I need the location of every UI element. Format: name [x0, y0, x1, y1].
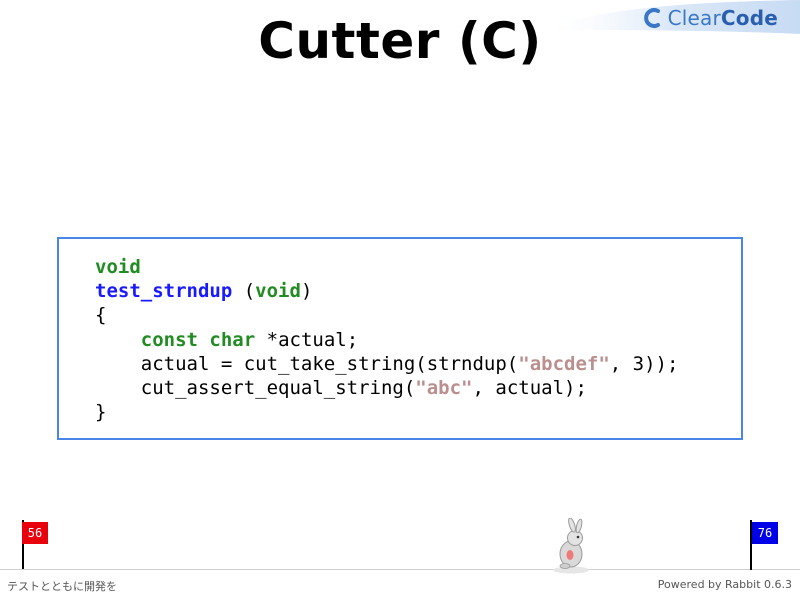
code-listing: void test_strndup (void) { const char *a…	[95, 255, 678, 424]
code-keyword: void	[255, 280, 301, 303]
code-line: actual = cut_take_string(strndup("abcdef…	[95, 352, 679, 375]
code-text: , 3));	[609, 352, 679, 375]
code-text: }	[95, 401, 107, 424]
footer-powered-by: Powered by Rabbit 0.6.3	[657, 578, 792, 591]
code-line: }	[95, 401, 106, 423]
progress-track	[0, 569, 800, 570]
code-keyword: void	[95, 256, 141, 278]
code-line: cut_assert_equal_string("abc", actual);	[95, 377, 587, 399]
code-text: *actual;	[255, 328, 359, 351]
code-text: actual = cut_take_string(strndup(	[95, 352, 519, 375]
code-string-literal: "abc"	[415, 377, 473, 400]
code-text: , actual);	[472, 377, 587, 400]
code-line: const char *actual;	[95, 329, 358, 351]
code-keyword: const	[140, 328, 198, 351]
footer-caption: テストとともに開発を	[7, 580, 117, 593]
code-line: test_strndup (void)	[95, 280, 312, 302]
code-function-name: test_strndup	[95, 280, 233, 303]
progress-start-page-flag: 56	[22, 522, 48, 544]
code-line: void	[95, 256, 141, 278]
code-text: cut_assert_equal_string(	[95, 377, 416, 400]
slide-title: Cutter (C)	[258, 12, 542, 70]
code-text: {	[95, 304, 107, 327]
code-keyword: char	[209, 328, 256, 351]
rabbit-icon	[553, 518, 589, 574]
code-text: )	[300, 280, 313, 303]
code-string-literal: "abcdef"	[518, 352, 610, 375]
code-text: (	[232, 280, 256, 303]
code-line: {	[95, 304, 106, 326]
progress-end-page-flag: 76	[752, 522, 778, 544]
code-block: void test_strndup (void) { const char *a…	[57, 237, 743, 440]
